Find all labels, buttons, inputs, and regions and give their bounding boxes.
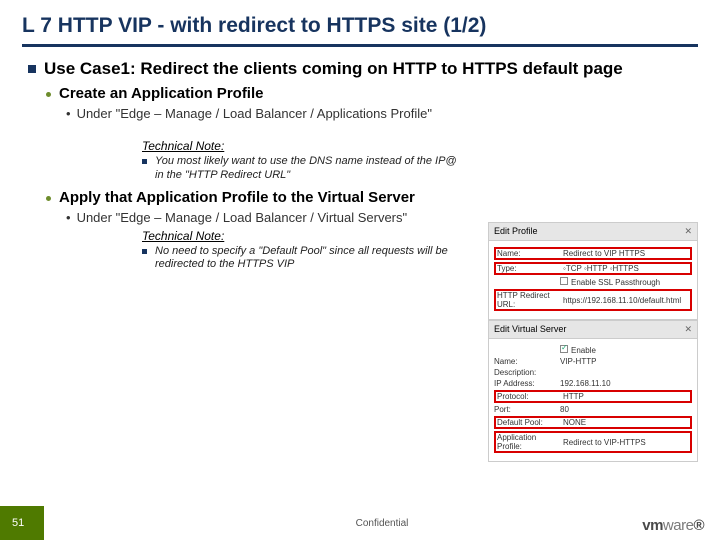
square-bullet-icon [142,159,147,164]
bullet-text: Create an Application Profile [59,85,264,102]
row-type: Type: ◦TCP ◦HTTP ◦HTTPS [494,262,692,275]
row-port: Port: 80 [494,405,692,414]
tech-note-text: You most likely want to use the DNS name… [155,155,462,183]
edit-virtual-server-panel: Edit Virtual Server ✕ Enable Name: VIP-H… [488,320,698,462]
panel-header: Edit Profile ✕ [489,223,697,241]
field-value: VIP-HTTP [560,357,692,366]
field-value: https://192.168.11.10/default.html [563,296,689,305]
field-label: Name: [494,357,556,366]
edit-profile-panel: Edit Profile ✕ Name: Redirect to VIP HTT… [488,222,698,320]
field-value: 192.168.11.10 [560,379,692,388]
field-value: Enable [560,345,692,355]
panel-header: Edit Virtual Server ✕ [489,321,697,339]
tech-note-text: No need to specify a "Default Pool" sinc… [155,245,462,273]
dot-bullet-icon [46,92,51,97]
field-label: Application Profile: [497,433,559,451]
slide-title: L 7 HTTP VIP - with redirect to HTTPS si… [22,14,698,44]
square-bullet-icon [142,249,147,254]
field-label: Default Pool: [497,418,559,427]
row-name: Name: VIP-HTTP [494,357,692,366]
field-label: Port: [494,405,556,414]
row-ip: IP Address: 192.168.11.10 [494,379,692,388]
field-value: NONE [563,418,689,427]
dot-bullet-icon [46,196,51,201]
panel-title: Edit Profile [494,226,538,237]
field-label: IP Address: [494,379,556,388]
bullet-create-profile: Create an Application Profile [46,85,698,102]
row-ssl: Enable SSL Passthrough [494,277,692,287]
panel-body: Enable Name: VIP-HTTP Description: IP Ad… [489,339,697,461]
panel-body: Name: Redirect to VIP HTTPS Type: ◦TCP ◦… [489,241,697,319]
row-name: Name: Redirect to VIP HTTPS [494,247,692,260]
bullet-text: Under "Edge – Manage / Load Balancer / V… [77,210,408,225]
enable-text: Enable [571,346,596,355]
logo-vm: vm [642,517,663,534]
tech-note-label: Technical Note: [142,139,698,153]
field-value: Enable SSL Passthrough [560,277,692,287]
vmware-logo: vmware® [642,517,704,534]
technical-note-1: Technical Note: You most likely want to … [142,139,698,183]
row-protocol: Protocol: HTTP [494,390,692,403]
field-value: 80 [560,405,692,414]
logo-ware: ware [663,517,694,534]
field-value: HTTP [563,392,689,401]
ssl-text: Enable SSL Passthrough [571,278,660,287]
footer: 51 Confidential vmware® [0,506,720,540]
field-label: Protocol: [497,392,559,401]
checkbox-icon[interactable] [560,345,568,353]
confidential-label: Confidential [44,518,720,529]
field-label: Name: [497,249,559,258]
bullet-text: Apply that Application Profile to the Vi… [59,189,415,206]
row-enable: Enable [494,345,692,355]
close-icon[interactable]: ✕ [684,324,692,335]
slide: L 7 HTTP VIP - with redirect to HTTPS si… [0,0,720,540]
field-label: Description: [494,368,556,377]
close-icon[interactable]: ✕ [684,226,692,237]
row-redirect-url: HTTP Redirect URL: https://192.168.11.10… [494,289,692,311]
title-underline [22,44,698,47]
field-label: HTTP Redirect URL: [497,291,559,309]
field-value: Redirect to VIP-HTTPS [563,438,689,447]
panel-title: Edit Virtual Server [494,324,566,335]
checkbox-icon[interactable] [560,277,568,285]
field-label: Type: [497,264,559,273]
field-value: Redirect to VIP HTTPS [563,249,689,258]
dot-small-icon: • [66,106,71,121]
row-application-profile: Application Profile: Redirect to VIP-HTT… [494,431,692,453]
bullet-use-case: Use Case1: Redirect the clients coming o… [28,59,698,79]
square-bullet-icon [28,65,36,73]
bullet-text: Under "Edge – Manage / Load Balancer / A… [77,106,432,121]
bullet-text: Use Case1: Redirect the clients coming o… [44,59,623,79]
tech-note-item: You most likely want to use the DNS name… [142,155,462,183]
field-value: ◦TCP ◦HTTP ◦HTTPS [563,264,689,273]
tech-note-item: No need to specify a "Default Pool" sinc… [142,245,462,273]
dot-small-icon: • [66,210,71,225]
bullet-apply-profile: Apply that Application Profile to the Vi… [46,189,698,206]
row-description: Description: [494,368,692,377]
bullet-path-profile: • Under "Edge – Manage / Load Balancer /… [66,106,698,121]
row-default-pool: Default Pool: NONE [494,416,692,429]
page-number: 51 [12,506,24,540]
